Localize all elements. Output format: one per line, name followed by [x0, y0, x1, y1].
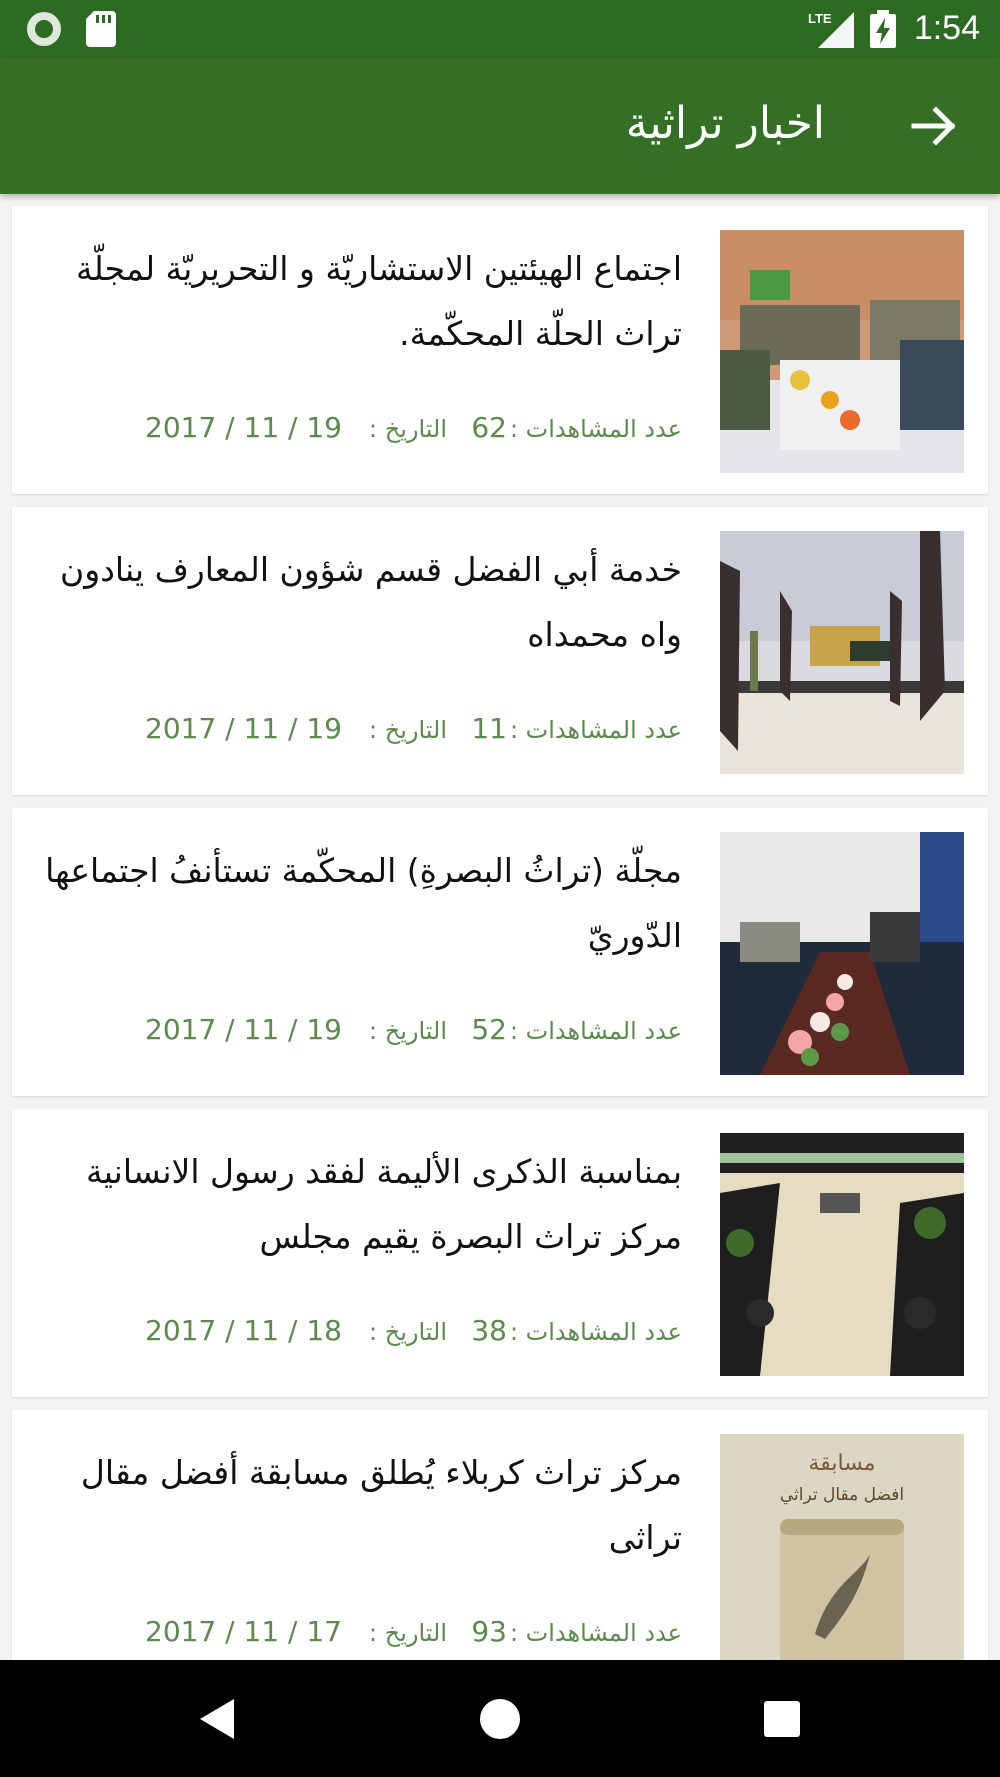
news-headline: خدمة أبي الفضل قسم شؤون المعارف ينادون و… — [60, 550, 682, 654]
news-thumbnail — [720, 832, 964, 1075]
clock: 1:54 — [913, 9, 980, 47]
news-meta: عدد المشاهدات : 38 التاريخ : 2017 / 11 /… — [22, 1314, 682, 1354]
sd-card-icon — [86, 11, 116, 47]
date-label: التاريخ : — [368, 415, 447, 443]
home-circle-icon[interactable] — [474, 1693, 526, 1745]
news-date: 2017 / 11 / 17 — [145, 1615, 342, 1648]
date-label: التاريخ : — [368, 1619, 447, 1647]
views-label: عدد المشاهدات : — [509, 1619, 682, 1647]
news-meta: عدد المشاهدات : 62 التاريخ : 2017 / 11 /… — [22, 411, 682, 451]
news-card[interactable]: مسابقة افضل مقال تراثي مركز تراث كربلاء … — [12, 1410, 988, 1698]
views-label: عدد المشاهدات : — [509, 1017, 682, 1045]
navigation-bar — [0, 1660, 1000, 1777]
news-thumbnail — [720, 1133, 964, 1376]
views-label: عدد المشاهدات : — [509, 716, 682, 744]
news-thumbnail — [720, 230, 964, 473]
news-meta: عدد المشاهدات : 93 التاريخ : 2017 / 11 /… — [22, 1615, 682, 1655]
news-date: 2017 / 11 / 19 — [145, 411, 342, 444]
views-count: 62 — [471, 411, 507, 444]
news-meta: عدد المشاهدات : 52 التاريخ : 2017 / 11 /… — [22, 1013, 682, 1053]
news-meta: عدد المشاهدات : 11 التاريخ : 2017 / 11 /… — [22, 712, 682, 752]
news-headline: مركز تراث كربلاء يُطلق مسابقة أفضل مقال … — [80, 1453, 682, 1557]
views-count: 52 — [471, 1013, 507, 1046]
date-label: التاريخ : — [368, 1017, 447, 1045]
views-label: عدد المشاهدات : — [509, 415, 682, 443]
circle-icon — [27, 12, 61, 46]
views-label: عدد المشاهدات : — [509, 1318, 682, 1346]
news-date: 2017 / 11 / 19 — [145, 1013, 342, 1046]
app-bar: اخبار تراثية — [0, 58, 1000, 194]
news-card[interactable]: خدمة أبي الفضل قسم شؤون المعارف ينادون و… — [12, 507, 988, 795]
status-bar: LTE 1:54 — [0, 0, 1000, 58]
news-headline: اجتماع الهيئتين الاستشاريّة و التحريريّة… — [75, 249, 682, 353]
svg-text:مسابقة: مسابقة — [808, 1451, 875, 1476]
arrow-right-icon[interactable] — [908, 100, 960, 152]
date-label: التاريخ : — [368, 1318, 447, 1346]
date-label: التاريخ : — [368, 716, 447, 744]
news-card[interactable]: اجتماع الهيئتين الاستشاريّة و التحريريّة… — [12, 206, 988, 494]
lte-signal-icon: LTE — [808, 11, 854, 48]
page-title: اخبار تراثية — [625, 98, 825, 149]
recents-square-icon[interactable] — [756, 1693, 808, 1745]
news-date: 2017 / 11 / 19 — [145, 712, 342, 745]
back-triangle-icon[interactable] — [192, 1693, 244, 1745]
news-list: اجتماع الهيئتين الاستشاريّة و التحريريّة… — [12, 206, 988, 1711]
views-count: 93 — [471, 1615, 507, 1648]
news-card[interactable]: مجلّة (تراثُ البصرةِ) المحكّمة تستأنفُ ا… — [12, 808, 988, 1096]
battery-charging-icon — [870, 10, 896, 48]
news-thumbnail — [720, 531, 964, 774]
views-count: 38 — [471, 1314, 507, 1347]
news-card[interactable]: بمناسبة الذكرى الأليمة لفقد رسول الانسان… — [12, 1109, 988, 1397]
svg-text:افضل مقال تراثي: افضل مقال تراثي — [780, 1485, 904, 1505]
news-date: 2017 / 11 / 18 — [145, 1314, 342, 1347]
svg-text:LTE: LTE — [808, 11, 832, 26]
news-headline: بمناسبة الذكرى الأليمة لفقد رسول الانسان… — [86, 1152, 682, 1256]
views-count: 11 — [471, 712, 507, 745]
news-thumbnail: مسابقة افضل مقال تراثي — [720, 1434, 964, 1677]
news-headline: مجلّة (تراثُ البصرةِ) المحكّمة تستأنفُ ا… — [45, 851, 682, 955]
